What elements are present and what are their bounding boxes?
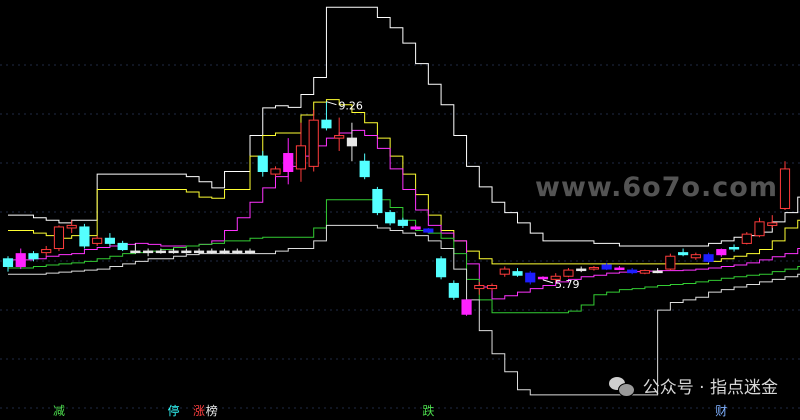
candle-body: [257, 155, 268, 173]
candle-body: [741, 233, 752, 244]
candle-body: [537, 276, 549, 280]
candle-body: [181, 250, 192, 254]
candle-body: [41, 249, 52, 254]
candle-body: [15, 253, 26, 267]
candle-body: [690, 254, 701, 259]
signal-label: 榜: [206, 403, 218, 418]
candle-body: [728, 246, 740, 250]
series-line-0: [8, 6, 800, 247]
candle-body: [372, 188, 383, 214]
candle-body: [66, 224, 77, 229]
candle-body: [168, 250, 179, 254]
candle-body: [117, 242, 128, 251]
candle-body: [79, 226, 90, 247]
candle-body: [576, 268, 587, 272]
candlestick-chart: 9.26 5.79 减 停涨榜 跌 财: [0, 6, 800, 418]
annotation-arrow: [326, 101, 337, 106]
candle-body: [499, 268, 510, 275]
series-line-3: [8, 199, 800, 314]
candle-body: [779, 168, 791, 209]
candle-body: [385, 212, 396, 224]
candle-body: [563, 269, 574, 277]
candle-body: [665, 255, 676, 270]
candle-body: [639, 270, 650, 274]
candle-body: [92, 237, 103, 244]
candle-body: [754, 221, 765, 237]
candle-body: [283, 153, 294, 173]
wechat-footer: 公众号 · 指点迷金: [608, 373, 778, 398]
candle-body: [28, 253, 39, 260]
candle-body: [767, 222, 778, 226]
candle-body: [270, 168, 281, 175]
candle-body: [486, 284, 498, 290]
candle-body: [525, 272, 536, 283]
signal-label: 涨: [193, 403, 205, 418]
signal-labels: 减 停涨榜 跌 财: [53, 403, 727, 418]
signal-label: 停: [168, 403, 180, 418]
candle-body: [614, 267, 625, 271]
candle-body: [703, 254, 714, 262]
wechat-account-label: 公众号 · 指点迷金: [642, 378, 778, 398]
candle-body: [512, 271, 523, 276]
candle-body: [678, 252, 689, 256]
annotation-arrow: [542, 279, 554, 284]
candle-body: [334, 135, 345, 139]
candle-body: [232, 250, 243, 254]
grid: [0, 64, 800, 409]
candle-body: [53, 226, 65, 250]
candle-body: [397, 219, 408, 226]
series-line-2: [8, 129, 800, 300]
annotation-low-label: 5.79: [555, 278, 580, 291]
candle-body: [627, 269, 638, 274]
candle-body: [435, 258, 447, 278]
candle-body: [410, 226, 421, 230]
candle-body: [652, 270, 663, 274]
candle-body: [346, 137, 358, 147]
candle-body: [321, 119, 332, 129]
candle-body: [155, 250, 166, 254]
candle-body: [359, 160, 370, 178]
candle-body: [219, 250, 230, 254]
candle-body: [308, 119, 319, 167]
candle-body: [104, 237, 115, 244]
candle-body: [716, 249, 727, 256]
candle-body: [130, 250, 141, 254]
candle-body: [423, 228, 434, 233]
candle-body: [193, 250, 205, 254]
annotation-high-label: 9.26: [338, 100, 363, 113]
candle-body: [474, 284, 485, 290]
candle-body: [588, 267, 600, 270]
candle-body: [2, 258, 14, 267]
signal-label: 减: [53, 404, 65, 418]
candle-body: [295, 145, 307, 170]
candle-body: [143, 250, 154, 254]
candle-body: [601, 264, 612, 270]
wechat-icon: [608, 375, 635, 397]
candle-body: [244, 250, 256, 254]
signal-label: 财: [715, 404, 727, 418]
watermark: www.6o7o.com: [535, 172, 778, 203]
candle-body: [206, 250, 217, 254]
candles: [2, 101, 791, 316]
candle-body: [461, 299, 472, 315]
signal-label: 跌: [422, 403, 434, 418]
candle-body: [448, 282, 459, 298]
